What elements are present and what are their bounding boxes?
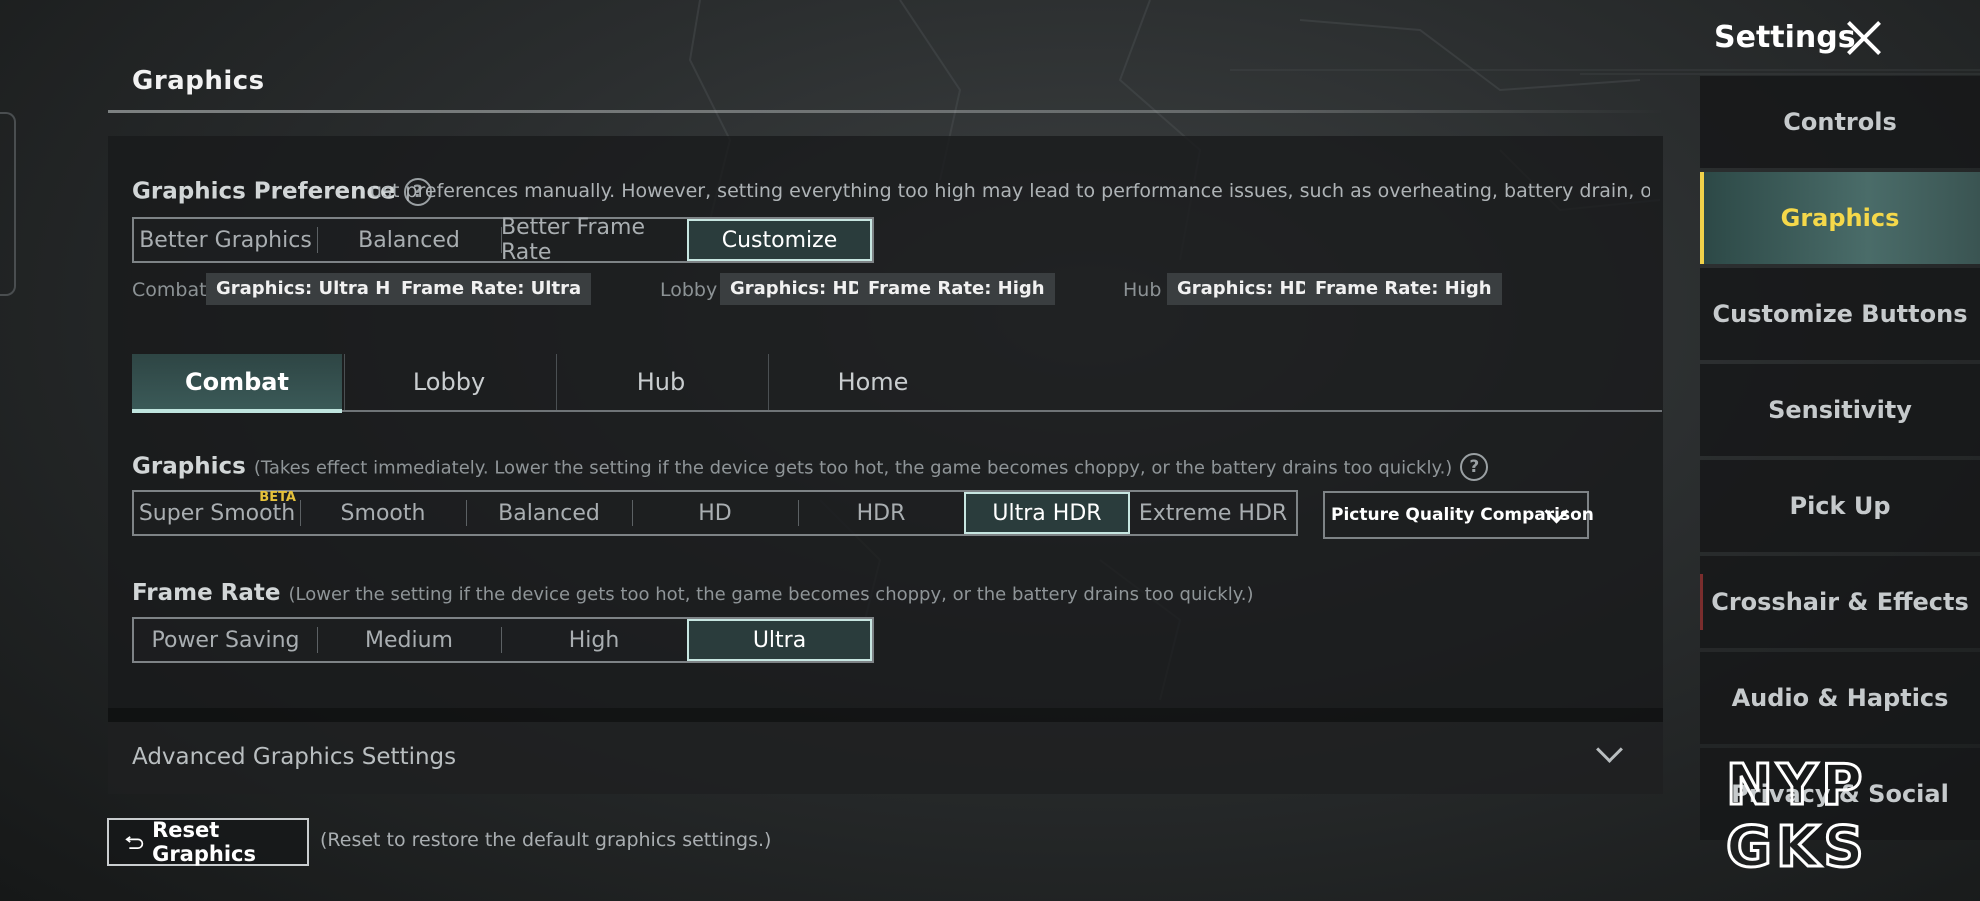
- nyp-gks-watermark: NYP GKS: [1725, 752, 1868, 872]
- preference-better-graphics[interactable]: Better Graphics: [134, 219, 317, 261]
- preference-balanced[interactable]: Balanced: [317, 219, 501, 261]
- title-divider: [108, 110, 1664, 113]
- preference-better-frame-rate[interactable]: Better Frame Rate: [501, 215, 687, 265]
- sidebar-item-graphics[interactable]: Graphics: [1700, 172, 1980, 264]
- frame-rate-title: Frame Rate: [132, 580, 281, 606]
- tab-lobby[interactable]: Lobby: [344, 354, 554, 410]
- help-icon[interactable]: ?: [1460, 453, 1489, 481]
- reset-graphics-label: Reset Graphics: [152, 818, 256, 866]
- lobby-frame-rate-chip: Frame Rate: High: [858, 273, 1055, 305]
- advanced-graphics-label: Advanced Graphics Settings: [132, 744, 457, 770]
- summary-hub-label: Hub: [1123, 279, 1162, 301]
- tab-hub[interactable]: Hub: [556, 354, 766, 410]
- preference-scrolling-hint: ust preferences manually. However, setti…: [370, 180, 1650, 202]
- frame-rate-note: (Lower the setting if the device gets to…: [288, 584, 1254, 605]
- quality-smooth[interactable]: Smooth: [300, 492, 466, 534]
- hub-frame-rate-chip: Frame Rate: High: [1305, 273, 1502, 305]
- quality-balanced[interactable]: Balanced: [466, 492, 632, 534]
- summary-combat-label: Combat: [132, 279, 207, 301]
- reset-note: (Reset to restore the default graphics s…: [320, 829, 772, 851]
- watermark-line2: GKS: [1726, 815, 1868, 872]
- frame-rate-ultra[interactable]: Ultra: [687, 619, 872, 661]
- frame-rate-selector: Power Saving Medium High Ultra: [132, 617, 874, 663]
- quality-extreme-hdr[interactable]: Extreme HDR: [1130, 492, 1296, 534]
- sidebar-item-sensitivity[interactable]: Sensitivity: [1700, 364, 1980, 456]
- watermark-line1: NYP: [1726, 753, 1866, 818]
- combat-frame-rate-chip: Frame Rate: Ultra: [391, 273, 592, 305]
- panel-separator: [108, 708, 1663, 722]
- frame-rate-medium[interactable]: Medium: [317, 619, 501, 661]
- frame-rate-power-saving[interactable]: Power Saving: [134, 619, 317, 661]
- graphics-preference-selector: Better Graphics Balanced Better Frame Ra…: [132, 215, 874, 265]
- advanced-graphics-settings-row[interactable]: Advanced Graphics Settings: [108, 722, 1663, 794]
- left-edge-tab: [0, 112, 16, 296]
- graphics-preference-title: Graphics Preference: [132, 178, 396, 205]
- quality-ultra-hdr[interactable]: Ultra HDR: [964, 492, 1130, 534]
- combat-graphics-chip: Graphics: Ultra HD: [206, 273, 416, 305]
- tab-home[interactable]: Home: [768, 354, 978, 410]
- reset-arrow-icon: [125, 836, 144, 849]
- tab-combat[interactable]: Combat: [132, 354, 342, 410]
- sidebar-item-controls[interactable]: Controls: [1700, 76, 1980, 168]
- quality-hdr[interactable]: HDR: [798, 492, 964, 534]
- quality-hd[interactable]: HD: [632, 492, 798, 534]
- chevron-down-icon: [1596, 736, 1623, 763]
- close-icon[interactable]: [1844, 18, 1884, 58]
- graphics-quality-selector: Super Smooth BETA Smooth Balanced HD HDR…: [132, 490, 1298, 536]
- picture-quality-comparison-dropdown[interactable]: Picture Quality Comparison: [1323, 491, 1594, 539]
- frame-rate-label: Frame Rate (Lower the setting if the dev…: [132, 580, 1254, 606]
- beta-badge: BETA: [259, 490, 296, 505]
- sidebar-item-customize-buttons[interactable]: Customize Buttons: [1700, 268, 1980, 360]
- tabs-underline: [132, 410, 1662, 412]
- page-title: Graphics: [132, 66, 265, 96]
- preference-customize[interactable]: Customize: [687, 219, 872, 261]
- frame-rate-high[interactable]: High: [501, 619, 687, 661]
- sidebar-item-audio-haptics[interactable]: Audio & Haptics: [1700, 652, 1980, 744]
- graphics-quality-note: (Takes effect immediately. Lower the set…: [253, 457, 1453, 479]
- summary-lobby-label: Lobby: [660, 279, 718, 301]
- settings-title: Settings: [1714, 20, 1856, 55]
- reset-graphics-button[interactable]: Reset Graphics: [107, 818, 309, 866]
- mode-tabs: Combat Lobby Hub Home: [132, 354, 1662, 413]
- sidebar-item-pick-up[interactable]: Pick Up: [1700, 460, 1980, 552]
- active-tab-indicator: [132, 409, 342, 413]
- graphics-quality-title: Graphics: [132, 453, 246, 480]
- sidebar-item-crosshair-effects[interactable]: Crosshair & Effects: [1700, 556, 1980, 648]
- hub-graphics-chip: Graphics: HD: [1167, 273, 1320, 305]
- quality-super-smooth[interactable]: Super Smooth BETA: [134, 490, 300, 534]
- graphics-quality-label: Graphics (Takes effect immediately. Lowe…: [132, 453, 1489, 481]
- lobby-graphics-chip: Graphics: HD: [720, 273, 873, 305]
